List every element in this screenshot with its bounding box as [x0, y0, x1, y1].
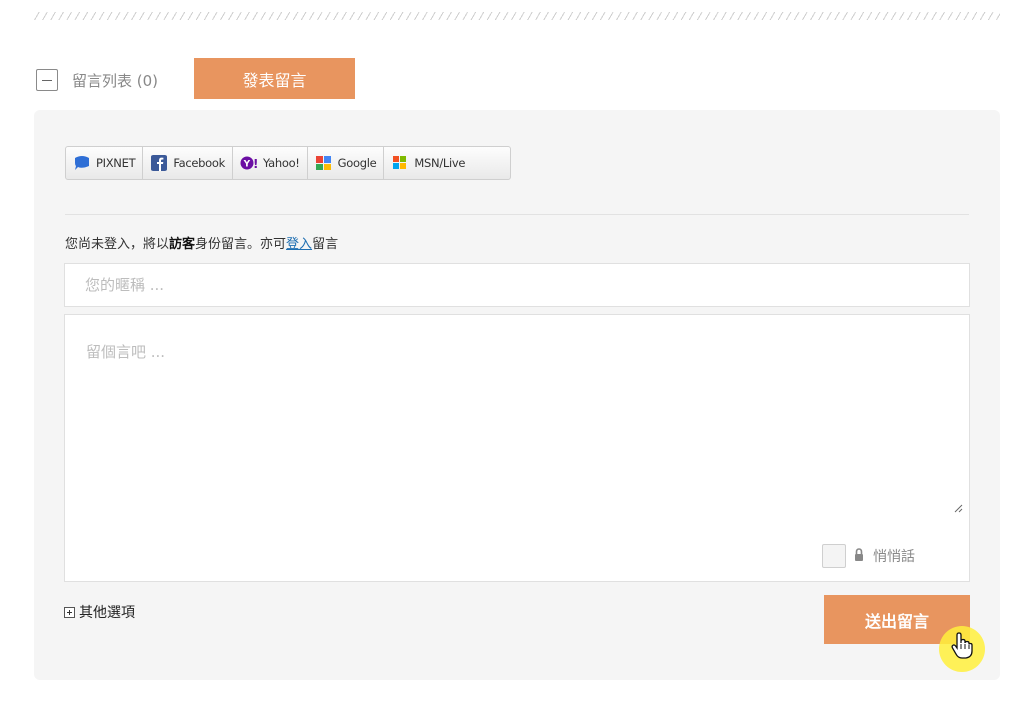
svg-text:Y: Y: [243, 160, 251, 170]
divider: [65, 214, 969, 215]
message-box: 悄悄話: [64, 314, 970, 582]
comment-list-label[interactable]: 留言列表 (0): [72, 70, 158, 91]
login-msn-button[interactable]: MSN/Live: [384, 147, 472, 179]
expand-plus-icon: [64, 606, 75, 618]
facebook-icon: [151, 155, 168, 171]
guest-notice-suffix: 留言: [312, 237, 339, 252]
post-comment-tab[interactable]: 發表留言: [194, 58, 355, 99]
login-provider-label: Google: [337, 156, 377, 170]
lock-icon: [855, 548, 863, 561]
resize-handle-icon[interactable]: [953, 503, 963, 513]
login-facebook-button[interactable]: Facebook: [143, 147, 233, 179]
decorative-divider: [34, 12, 1000, 20]
google-icon: [315, 156, 331, 170]
more-options-toggle[interactable]: 其他選項: [64, 602, 135, 622]
guest-notice-prefix: 您尚未登入，將以: [65, 237, 170, 252]
yahoo-icon: Y!: [240, 156, 258, 171]
guest-notice: 您尚未登入，將以訪客身份留言。亦可登入留言: [65, 233, 338, 252]
guest-role: 訪客: [169, 237, 196, 252]
login-yahoo-button[interactable]: Y! Yahoo!: [233, 147, 308, 179]
secret-checkbox[interactable]: [822, 544, 846, 568]
msn-icon: [393, 156, 407, 169]
login-provider-label: MSN/Live: [414, 156, 466, 170]
login-google-button[interactable]: Google: [308, 147, 385, 179]
secret-label[interactable]: 悄悄話: [873, 546, 915, 566]
message-textarea[interactable]: [65, 315, 969, 525]
guest-notice-middle: 身份留言。亦可: [195, 237, 287, 252]
login-provider-label: Facebook: [173, 156, 225, 170]
collapse-comments-icon[interactable]: [36, 69, 58, 91]
more-options-label: 其他選項: [79, 605, 135, 621]
nickname-input[interactable]: [64, 263, 970, 307]
login-provider-bar: PIXNET Facebook Y! Yahoo! Google MSN/Liv…: [65, 146, 511, 180]
login-pixnet-button[interactable]: PIXNET: [66, 147, 144, 179]
svg-text:!: !: [253, 157, 258, 171]
login-link[interactable]: 登入: [286, 237, 312, 252]
pixnet-icon: [75, 156, 89, 170]
login-provider-label: Yahoo!: [262, 156, 300, 170]
login-provider-label: PIXNET: [96, 156, 136, 170]
hand-pointer-icon: [951, 632, 973, 659]
